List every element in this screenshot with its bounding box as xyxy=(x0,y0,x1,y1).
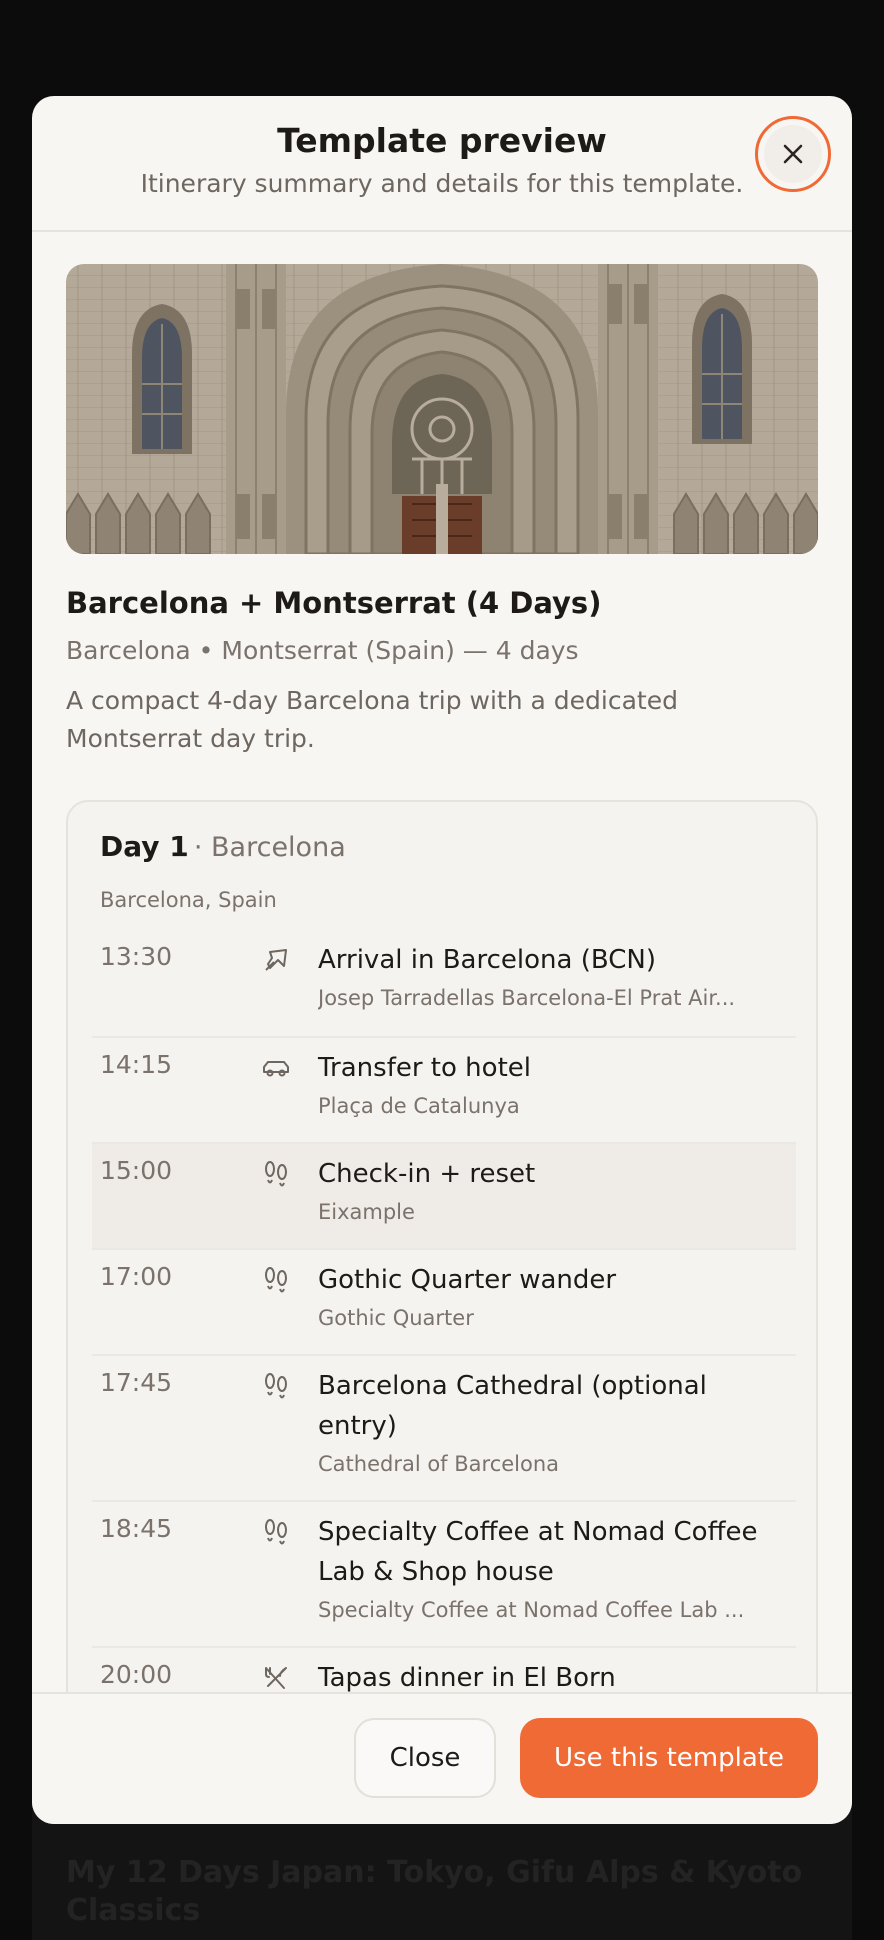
event-subtitle: Eixample xyxy=(318,1200,415,1224)
event-time: 13:30 xyxy=(100,942,173,971)
event-item[interactable]: 17:00 Gothic Quarter wander Gothic Quart… xyxy=(92,1250,796,1356)
event-time: 18:45 xyxy=(100,1514,173,1543)
event-title: Arrival in Barcelona (BCN) xyxy=(318,945,656,975)
hero-image-cathedral xyxy=(66,264,818,554)
event-subtitle: Plaça de Catalunya xyxy=(318,1094,520,1118)
footprints-icon xyxy=(260,1370,292,1402)
utensils-icon xyxy=(260,1662,292,1694)
event-title: Transfer to hotel xyxy=(318,1053,531,1083)
use-template-button[interactable]: Use this template xyxy=(520,1718,818,1798)
modal-header: Template preview Itinerary summary and d… xyxy=(32,96,852,232)
event-item[interactable]: 15:00 Check-in + reset Eixample xyxy=(92,1144,796,1250)
event-subtitle: Josep Tarradellas Barcelona-El Prat Air.… xyxy=(318,986,736,1010)
trip-title: Barcelona + Montserrat (4 Days) xyxy=(66,586,602,620)
day-card: Day 1 · Barcelona Barcelona, Spain 13:30… xyxy=(66,800,818,1788)
event-subtitle: Gothic Quarter xyxy=(318,1306,474,1330)
event-item[interactable]: 13:30 Arrival in Barcelona (BCN) Josep T… xyxy=(92,930,796,1038)
day-city: · Barcelona xyxy=(193,832,346,863)
footprints-icon xyxy=(260,1264,292,1296)
event-time: 20:00 xyxy=(100,1660,173,1689)
template-preview-modal: Template preview Itinerary summary and d… xyxy=(32,96,852,1824)
event-item[interactable]: 14:15 Transfer to hotel Plaça de Catalun… xyxy=(92,1038,796,1144)
event-title: Check-in + reset xyxy=(318,1159,536,1189)
car-icon xyxy=(260,1052,292,1084)
trip-description: A compact 4-day Barcelona trip with a de… xyxy=(66,686,678,753)
event-title: Gothic Quarter wander xyxy=(318,1265,617,1295)
event-time: 15:00 xyxy=(100,1156,173,1185)
event-time: 17:45 xyxy=(100,1368,173,1397)
event-title: Barcelona Cathedral (optional entry) xyxy=(318,1371,707,1441)
day-header: Day 1 · Barcelona xyxy=(100,830,346,870)
plane-icon xyxy=(260,944,292,976)
modal-scroll-content[interactable]: Barcelona + Montserrat (4 Days) Barcelon… xyxy=(32,234,852,1788)
close-icon xyxy=(764,125,822,183)
modal-footer: Close Use this template xyxy=(32,1692,852,1824)
modal-subtitle: Itinerary summary and details for this t… xyxy=(140,169,744,198)
trip-meta: Barcelona • Montserrat (Spain) — 4 days xyxy=(66,636,579,665)
day-label: Day 1 xyxy=(100,830,189,863)
modal-title: Template preview xyxy=(277,121,607,160)
event-item[interactable]: 17:45 Barcelona Cathedral (optional entr… xyxy=(92,1356,796,1502)
day-location: Barcelona, Spain xyxy=(100,888,277,912)
event-item[interactable]: 18:45 Specialty Coffee at Nomad Coffee L… xyxy=(92,1502,796,1648)
event-subtitle: Specialty Coffee at Nomad Coffee Lab ... xyxy=(318,1598,745,1622)
event-time: 14:15 xyxy=(100,1050,173,1079)
modal-close-button[interactable] xyxy=(755,116,831,192)
footprints-icon xyxy=(260,1516,292,1548)
event-time: 17:00 xyxy=(100,1262,173,1291)
footprints-icon xyxy=(260,1158,292,1190)
event-subtitle: Cathedral of Barcelona xyxy=(318,1452,560,1476)
event-title: Specialty Coffee at Nomad Coffee Lab & S… xyxy=(318,1517,758,1587)
close-button[interactable]: Close xyxy=(354,1718,496,1798)
background-card-title: My 12 Days Japan: Tokyo, Gifu Alps & Kyo… xyxy=(66,1855,803,1928)
